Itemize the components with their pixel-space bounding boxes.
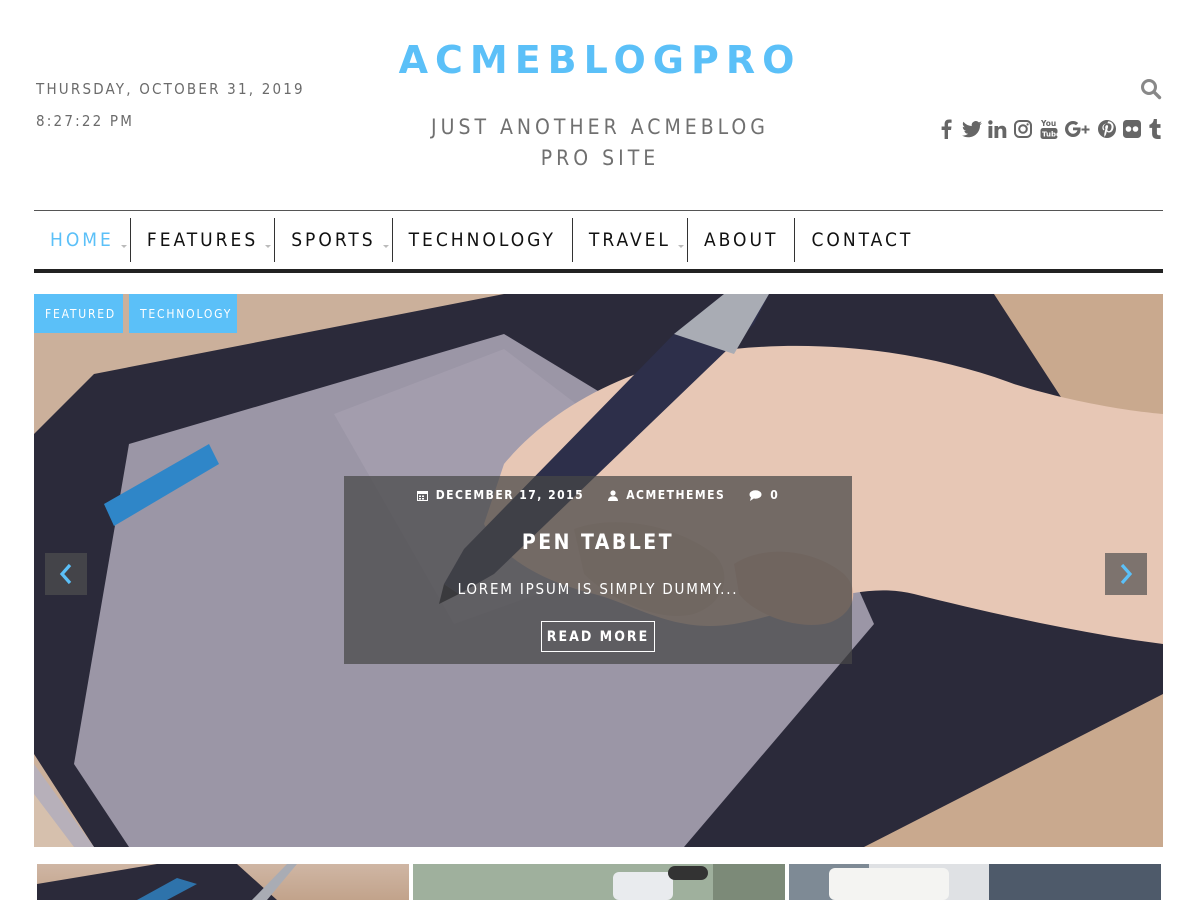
nav-item-label: ABOUT xyxy=(703,229,779,251)
nav-item-label: SPORTS xyxy=(291,229,376,251)
youtube-icon[interactable]: You Tube xyxy=(1039,118,1059,140)
calendar-icon xyxy=(416,490,428,501)
post-comment-count[interactable]: 0 xyxy=(770,488,779,502)
social-links: You Tube xyxy=(936,117,1162,141)
post-thumbnail[interactable] xyxy=(37,864,409,900)
comment-icon xyxy=(749,489,762,501)
post-thumbnail[interactable] xyxy=(413,864,785,900)
slide-caption: DECEMBER 17, 2015 ACMETHEMES 0 PEN TABLE… xyxy=(344,476,852,664)
thumbnail-image xyxy=(789,864,1161,900)
nav-item-features[interactable]: FEATURES xyxy=(131,218,276,262)
site-title[interactable]: ACMEBLOGPRO xyxy=(0,38,1200,82)
post-thumbnails xyxy=(37,864,1161,900)
category-tag-featured[interactable]: FEATURED xyxy=(34,294,123,333)
current-time: 8:27:22 PM xyxy=(36,112,135,130)
nav-item-label: HOME xyxy=(50,229,114,251)
twitter-icon[interactable] xyxy=(961,118,982,140)
slider-prev-button[interactable] xyxy=(45,553,87,595)
post-meta: DECEMBER 17, 2015 ACMETHEMES 0 xyxy=(344,488,852,502)
current-date: THURSDAY, OCTOBER 31, 2019 xyxy=(36,80,305,98)
instagram-icon[interactable] xyxy=(1013,118,1033,140)
flickr-icon[interactable] xyxy=(1122,118,1142,140)
site-header: THURSDAY, OCTOBER 31, 2019 8:27:22 PM AC… xyxy=(0,0,1200,210)
chevron-right-icon xyxy=(1120,563,1133,585)
post-author[interactable]: ACMETHEMES xyxy=(626,488,725,502)
site-tagline: JUST ANOTHER ACMEBLOG PRO SITE xyxy=(431,115,769,170)
date-time-block: THURSDAY, OCTOBER 31, 2019 8:27:22 PM xyxy=(36,80,305,130)
svg-text:Tube: Tube xyxy=(1042,131,1058,139)
submenu-caret-icon xyxy=(120,245,127,248)
user-icon xyxy=(608,489,619,501)
chevron-left-icon xyxy=(59,563,72,585)
nav-item-label: FEATURES xyxy=(146,229,259,251)
nav-menu: HOME FEATURES SPORTS TECHNOLOGY TRAVEL A… xyxy=(34,211,1163,269)
post-thumbnail[interactable] xyxy=(789,864,1161,900)
submenu-caret-icon xyxy=(382,245,389,248)
nav-item-home[interactable]: HOME xyxy=(34,218,131,262)
thumbnail-image xyxy=(37,864,297,900)
slider-next-button[interactable] xyxy=(1105,553,1147,595)
nav-item-contact[interactable]: CONTACT xyxy=(795,218,929,262)
post-title[interactable]: PEN TABLET xyxy=(344,530,852,554)
post-excerpt: LOREM IPSUM IS SIMPLY DUMMY... xyxy=(457,580,739,598)
tumblr-icon[interactable] xyxy=(1148,118,1162,140)
thumbnail-image xyxy=(413,864,785,900)
submenu-caret-icon xyxy=(265,245,272,248)
main-navigation: HOME FEATURES SPORTS TECHNOLOGY TRAVEL A… xyxy=(34,210,1163,273)
read-more-button[interactable]: READ MORE xyxy=(541,621,655,652)
nav-item-technology[interactable]: TECHNOLOGY xyxy=(393,218,573,262)
pinterest-icon[interactable] xyxy=(1097,118,1117,140)
submenu-caret-icon xyxy=(677,245,684,248)
nav-item-label: CONTACT xyxy=(811,229,914,251)
nav-item-label: TRAVEL xyxy=(588,229,671,251)
post-date[interactable]: DECEMBER 17, 2015 xyxy=(436,488,585,502)
featured-slider[interactable]: FEATURED TECHNOLOGY DECEMBER 17, 2015 AC… xyxy=(34,294,1163,847)
category-tag-technology[interactable]: TECHNOLOGY xyxy=(129,294,237,333)
nav-item-about[interactable]: ABOUT xyxy=(688,218,796,262)
nav-item-sports[interactable]: SPORTS xyxy=(275,218,393,262)
google-plus-icon[interactable] xyxy=(1064,118,1091,140)
nav-item-label: TECHNOLOGY xyxy=(408,229,556,251)
search-icon[interactable] xyxy=(1140,78,1162,100)
facebook-icon[interactable] xyxy=(936,118,956,140)
nav-item-travel[interactable]: TRAVEL xyxy=(573,218,688,262)
svg-text:You: You xyxy=(1040,119,1056,128)
linkedin-icon[interactable] xyxy=(988,118,1008,140)
